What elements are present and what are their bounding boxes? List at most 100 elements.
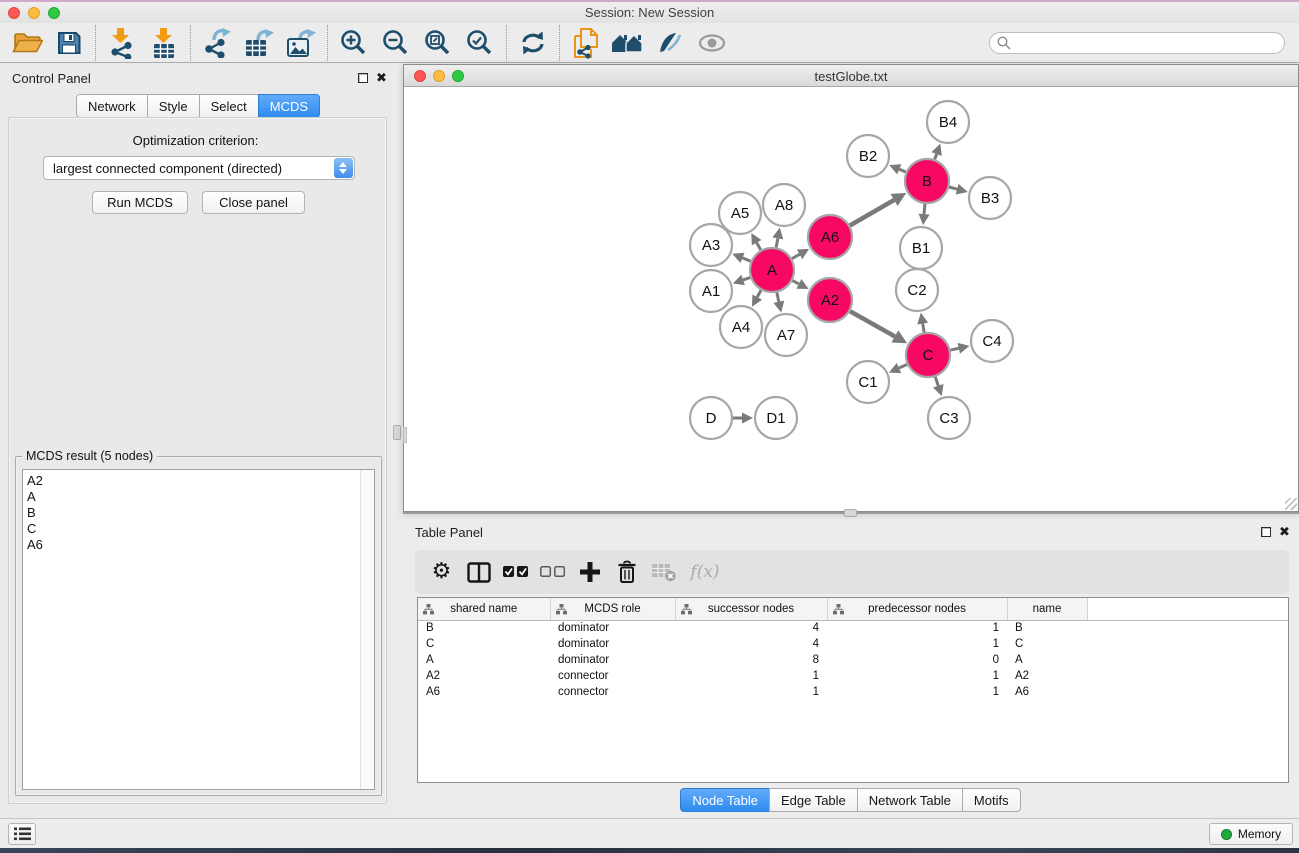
result-list-item[interactable]: A2 (23, 473, 374, 489)
node-D1[interactable]: D1 (755, 397, 797, 439)
result-list-item[interactable]: A6 (23, 537, 374, 553)
edge-C-C2[interactable] (917, 313, 928, 333)
select-all-icon[interactable] (497, 555, 534, 589)
edge-B-B1[interactable] (919, 204, 930, 225)
table-panel-float-button[interactable] (1261, 527, 1271, 537)
column-header-name[interactable]: name (1007, 598, 1087, 620)
deselect-all-icon[interactable] (534, 555, 571, 589)
node-A[interactable]: A (750, 248, 794, 292)
new-network-from-selection-icon[interactable] (565, 25, 607, 61)
column-header-predecessor-nodes[interactable]: predecessor nodes (827, 598, 1007, 620)
tab-edge-table[interactable]: Edge Table (769, 788, 858, 812)
save-session-icon[interactable] (48, 25, 90, 61)
edge-A-A7[interactable] (773, 292, 784, 312)
tab-select[interactable]: Select (199, 94, 259, 118)
edge-A-A6[interactable] (792, 249, 809, 259)
node-A7[interactable]: A7 (765, 314, 807, 356)
add-column-icon[interactable] (571, 555, 608, 589)
node-C4[interactable]: C4 (971, 320, 1013, 362)
node-A3[interactable]: A3 (690, 224, 732, 266)
column-header-mcds-role[interactable]: MCDS role (550, 598, 675, 620)
network-canvas[interactable]: A5A8 A3 A A1A4A7 A6 A2 B2 B4 B B3 B1C2 C4 C C1 C3 D D1 (404, 87, 1298, 511)
table-row[interactable]: Cdominator41C (418, 636, 1288, 652)
delete-column-icon[interactable] (608, 555, 645, 589)
edge-A-A2[interactable] (792, 279, 808, 289)
import-table-icon[interactable] (143, 25, 185, 61)
result-list-item[interactable]: B (23, 505, 374, 521)
export-network-icon[interactable] (196, 25, 238, 61)
node-C[interactable]: C (906, 333, 950, 377)
node-B2[interactable]: B2 (847, 135, 889, 177)
tab-style[interactable]: Style (147, 94, 200, 118)
edge-A-A8[interactable] (772, 228, 783, 248)
edge-B-B4[interactable] (931, 144, 941, 160)
zoom-selected-icon[interactable] (459, 25, 501, 61)
node-C3[interactable]: C3 (928, 397, 970, 439)
column-header-successor-nodes[interactable]: successor nodes (675, 598, 827, 620)
edge-A2-C[interactable] (850, 311, 907, 343)
window-resize-grip[interactable] (1285, 498, 1297, 510)
refresh-layout-icon[interactable] (512, 25, 554, 61)
node-B1[interactable]: B1 (900, 227, 942, 269)
edge-B-B2[interactable] (889, 164, 906, 174)
node-A2[interactable]: A2 (808, 278, 852, 322)
result-list-item[interactable]: C (23, 521, 374, 537)
node-A8[interactable]: A8 (763, 184, 805, 226)
node-C1[interactable]: C1 (847, 361, 889, 403)
edge-C-C4[interactable] (950, 343, 969, 354)
tab-network-table[interactable]: Network Table (857, 788, 963, 812)
criterion-dropdown[interactable]: largest connected component (directed) (43, 156, 355, 180)
close-panel-button[interactable]: Close panel (202, 191, 305, 214)
horizontal-splitter-handle[interactable] (844, 509, 857, 517)
column-header-shared-name[interactable]: shared name (418, 598, 550, 620)
table-row[interactable]: Adominator80A (418, 652, 1288, 668)
result-list-item[interactable]: A (23, 489, 374, 505)
zoom-out-icon[interactable] (375, 25, 417, 61)
table-panel-close-button[interactable]: ✖ (1279, 527, 1290, 537)
node-A1[interactable]: A1 (690, 270, 732, 312)
tab-mcds[interactable]: MCDS (258, 94, 320, 118)
table-row[interactable]: A2connector11A2 (418, 668, 1288, 684)
node-B3[interactable]: B3 (969, 177, 1011, 219)
memory-button[interactable]: Memory (1209, 823, 1293, 845)
control-panel-close-button[interactable]: ✖ (376, 73, 387, 83)
list-scrollbar[interactable] (360, 470, 374, 789)
edge-A6-B[interactable] (850, 193, 906, 226)
edge-C-C1[interactable] (889, 363, 907, 373)
node-A4[interactable]: A4 (720, 306, 762, 348)
node-A5[interactable]: A5 (719, 192, 761, 234)
edge-A-A3[interactable] (732, 253, 750, 263)
columns-icon[interactable] (460, 555, 497, 589)
export-image-icon[interactable] (280, 25, 322, 61)
apply-layout-icon[interactable] (607, 25, 649, 61)
show-hide-icon[interactable] (691, 25, 733, 61)
search-input[interactable] (989, 32, 1285, 54)
table-row[interactable]: Bdominator41B (418, 620, 1288, 636)
edge-A-A5[interactable] (751, 233, 761, 250)
node-B4[interactable]: B4 (927, 101, 969, 143)
edge-A-A4[interactable] (752, 290, 762, 307)
table-settings-icon[interactable]: ⚙ (423, 555, 460, 589)
node-C2[interactable]: C2 (896, 269, 938, 311)
node-A6[interactable]: A6 (808, 215, 852, 259)
import-network-icon[interactable] (101, 25, 143, 61)
edge-A-A1[interactable] (733, 275, 751, 285)
zoom-in-icon[interactable] (333, 25, 375, 61)
annotation-icon[interactable] (649, 25, 691, 61)
control-panel-float-button[interactable] (358, 73, 368, 83)
mcds-result-list[interactable]: A2ABCA6 (22, 469, 375, 790)
task-history-button[interactable] (8, 823, 36, 845)
table-row[interactable]: A6connector11A6 (418, 684, 1288, 700)
tab-motifs[interactable]: Motifs (962, 788, 1021, 812)
node-B[interactable]: B (905, 159, 949, 203)
edge-C-C3[interactable] (933, 377, 943, 396)
node-D[interactable]: D (690, 397, 732, 439)
edge-D-D1[interactable] (733, 413, 753, 424)
zoom-fit-icon[interactable] (417, 25, 459, 61)
open-session-icon[interactable] (6, 25, 48, 61)
export-table-icon[interactable] (238, 25, 280, 61)
edge-B-B3[interactable] (949, 184, 968, 195)
vertical-splitter-handle[interactable] (393, 425, 401, 440)
tab-node-table[interactable]: Node Table (680, 788, 770, 812)
tab-network[interactable]: Network (76, 94, 148, 118)
